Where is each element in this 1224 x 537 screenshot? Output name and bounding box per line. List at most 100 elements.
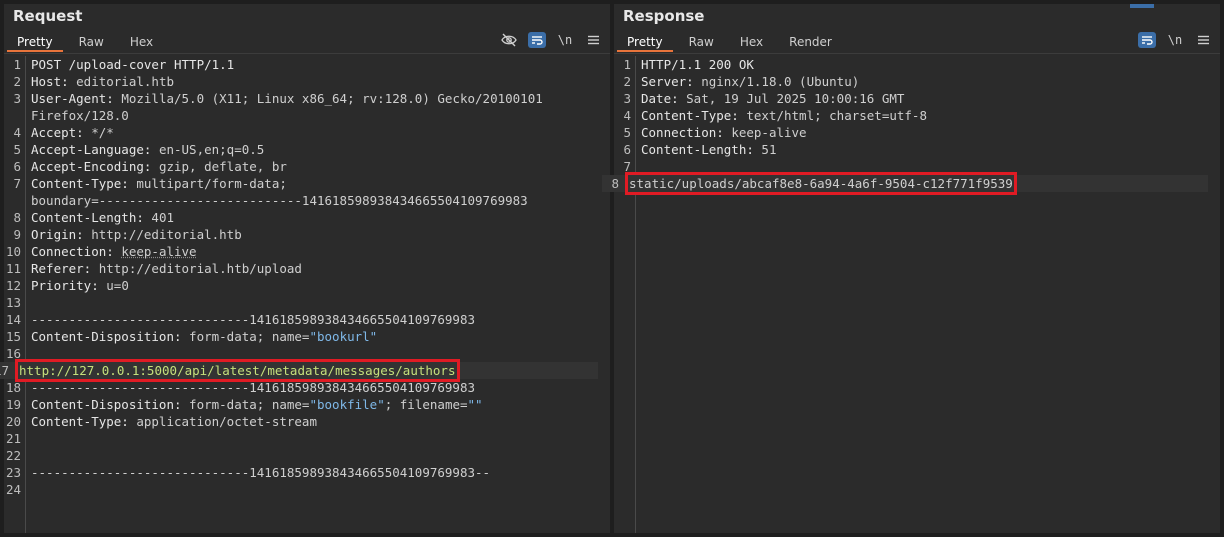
header-value: boundary=---------------------------1416… — [31, 193, 528, 208]
code-line[interactable]: 3 Date: Sat, 19 Jul 2025 10:00:16 GMT — [614, 90, 1220, 107]
line-number: 7 — [623, 159, 631, 174]
line-number: 21 — [5, 431, 21, 446]
tab-raw[interactable]: Raw — [679, 31, 724, 52]
header-name: Date: — [641, 91, 687, 106]
header-name: Content-Disposition: — [31, 329, 190, 344]
line-content: Date: Sat, 19 Jul 2025 10:00:16 GMT — [641, 90, 904, 107]
tab-hex[interactable]: Hex — [120, 31, 163, 52]
wrap-icon[interactable] — [1138, 32, 1156, 48]
header-value: editorial.htb — [76, 74, 174, 89]
wrap-icon[interactable] — [528, 32, 546, 48]
request-lines[interactable]: 1 POST /upload-cover HTTP/1.1 2 Host: edito… — [0, 56, 610, 498]
code-line[interactable]: 3 User-Agent: Mozilla/5.0 (X11; Linux x86… — [4, 90, 610, 107]
code-line[interactable]: 2 Server: nginx/1.18.0 (Ubuntu) — [614, 73, 1220, 90]
code-line[interactable]: 1 HTTP/1.1 200 OK — [614, 56, 1220, 73]
header-value: -----------------------------14161859893… — [31, 312, 476, 327]
line-content: Accept: */* — [31, 124, 114, 141]
code-line[interactable]: Firefox/128.0 — [4, 107, 610, 124]
line-content: Server: nginx/1.18.0 (Ubuntu) — [641, 73, 859, 90]
menu-icon[interactable] — [1194, 32, 1212, 48]
code-line[interactable]: 4 Content-Type: text/html; charset=utf-8 — [614, 107, 1220, 124]
line-number: 18 — [5, 380, 21, 395]
header-name: Content-Disposition: — [31, 397, 190, 412]
code-line[interactable]: 1 POST /upload-cover HTTP/1.1 — [4, 56, 610, 73]
code-line[interactable]: 23 -----------------------------141618598… — [4, 464, 610, 481]
header-name: Origin: — [31, 227, 92, 242]
line-content: POST /upload-cover HTTP/1.1 — [31, 56, 234, 73]
code-line[interactable]: 10 Connection: keep-alive — [4, 243, 610, 260]
line-content: Priority: u=0 — [31, 277, 129, 294]
line-number: 8 — [611, 176, 619, 191]
line-content: Referer: http://editorial.htb/upload — [31, 260, 302, 277]
response-lines[interactable]: 1 HTTP/1.1 200 OK 2 Server: nginx/1.18.0 (U… — [602, 56, 1220, 195]
header-value: multipart/form-data; — [136, 176, 287, 191]
line-content: Host: editorial.htb — [31, 73, 174, 90]
code-line[interactable]: 5 Accept-Language: en-US,en;q=0.5 — [4, 141, 610, 158]
tab-hex[interactable]: Hex — [730, 31, 773, 52]
line-number: 19 — [5, 397, 21, 412]
line-number: 16 — [5, 346, 21, 361]
line-content: Content-Disposition: form-data; name="bo… — [31, 328, 377, 345]
line-number: 8 — [13, 210, 21, 225]
code-line[interactable]: 9 Origin: http://editorial.htb — [4, 226, 610, 243]
code-line[interactable]: 12 Priority: u=0 — [4, 277, 610, 294]
code-line[interactable]: 22 — [4, 447, 610, 464]
response-pane: Response Pretty Raw Hex Render \n 1 HTTP/… — [602, 4, 1220, 533]
code-line[interactable]: boundary=---------------------------1416… — [4, 192, 610, 209]
code-line[interactable]: 21 — [4, 430, 610, 447]
code-line[interactable]: 18 -----------------------------141618598… — [4, 379, 610, 396]
header-value: -----------------------------14161859893… — [31, 380, 476, 395]
header-value: http://editorial.htb/upload — [98, 261, 302, 276]
code-line[interactable]: 6 Content-Length: 51 — [614, 141, 1220, 158]
line-number: 24 — [5, 482, 21, 497]
line-content: Content-Type: multipart/form-data; — [31, 175, 287, 192]
header-name: Content-Type: — [31, 414, 137, 429]
line-number: 5 — [623, 125, 631, 140]
code-line[interactable]: 16 — [4, 345, 610, 362]
line-content: Connection: keep-alive — [641, 124, 807, 141]
code-line[interactable]: 2 Host: editorial.htb — [4, 73, 610, 90]
code-line[interactable]: 20 Content-Type: application/octet-stream — [4, 413, 610, 430]
code-line[interactable]: 7 — [614, 158, 1220, 175]
code-line[interactable]: 8 Content-Length: 401 — [4, 209, 610, 226]
line-content: -----------------------------14161859893… — [31, 464, 490, 481]
request-editor[interactable]: 1 POST /upload-cover HTTP/1.1 2 Host: edito… — [0, 56, 610, 533]
code-line[interactable]: 7 Content-Type: multipart/form-data; — [4, 175, 610, 192]
line-number: 3 — [13, 91, 21, 106]
newline-icon[interactable]: \n — [1166, 32, 1184, 48]
code-line[interactable]: 24 — [4, 481, 610, 498]
newline-icon[interactable]: \n — [556, 32, 574, 48]
response-editor[interactable]: 1 HTTP/1.1 200 OK 2 Server: nginx/1.18.0 (U… — [602, 56, 1220, 533]
tab-pretty[interactable]: Pretty — [617, 31, 673, 52]
code-line[interactable]: 13 — [4, 294, 610, 311]
line-number: 23 — [5, 465, 21, 480]
menu-icon[interactable] — [584, 32, 602, 48]
header-name: Content-Type: — [641, 108, 747, 123]
response-tabs: Pretty Raw Hex Render — [617, 31, 842, 52]
header-value: http://editorial.htb — [91, 227, 242, 242]
code-line[interactable]: 5 Connection: keep-alive — [614, 124, 1220, 141]
tab-raw[interactable]: Raw — [69, 31, 114, 52]
eye-off-icon[interactable] — [500, 32, 518, 48]
header-value: keep-alive — [121, 244, 197, 259]
tab-pretty[interactable]: Pretty — [7, 31, 63, 52]
code-line[interactable]: 6 Accept-Encoding: gzip, deflate, br — [4, 158, 610, 175]
request-separator — [4, 53, 610, 54]
code-line[interactable]: 19 Content-Disposition: form-data; name="… — [4, 396, 610, 413]
code-line[interactable]: 8 static/uploads/abcaf8e8-6a94-4a6f-9504-… — [602, 172, 1208, 195]
tab-render[interactable]: Render — [779, 31, 842, 52]
code-line[interactable]: 15 Content-Disposition: form-data; name="… — [4, 328, 610, 345]
line-number: 1 — [13, 57, 21, 72]
code-line[interactable]: 11 Referer: http://editorial.htb/upload — [4, 260, 610, 277]
line-number: 3 — [623, 91, 631, 106]
header-name: Accept: — [31, 125, 92, 140]
header-value: ; filename= — [384, 397, 468, 412]
line-content: Accept-Language: en-US,en;q=0.5 — [31, 141, 264, 158]
line-number: 7 — [13, 176, 21, 191]
code-line[interactable]: 4 Accept: */* — [4, 124, 610, 141]
header-name: Accept-Language: — [31, 142, 159, 157]
code-line[interactable]: 14 -----------------------------141618598… — [4, 311, 610, 328]
code-line[interactable]: 17 http://127.0.0.1:5000/api/latest/metad… — [0, 359, 598, 382]
line-number: 12 — [5, 278, 21, 293]
header-name: POST /upload-cover HTTP/1.1 — [31, 57, 235, 72]
